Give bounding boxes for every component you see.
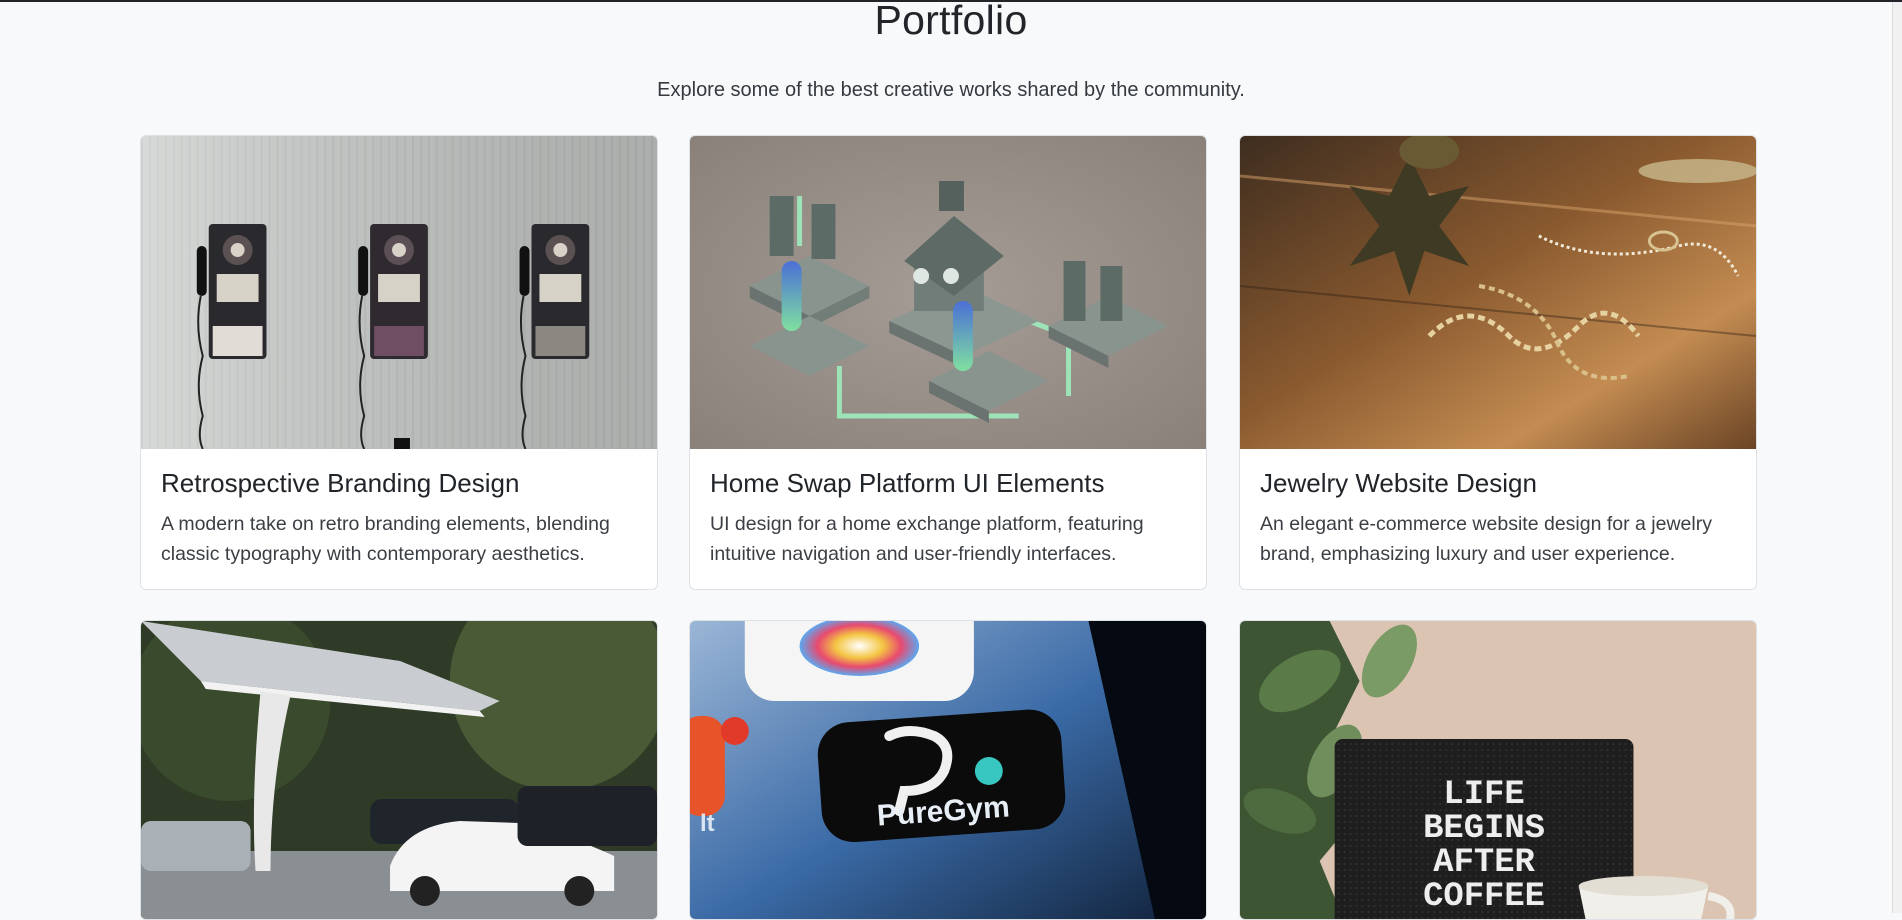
card-image-coffee-sign[interactable]: LIFE BEGINS AFTER COFFEE (1240, 621, 1756, 920)
page-subtitle: Explore some of the best creative works … (657, 79, 1245, 101)
card-description: A modern take on retro branding elements… (161, 513, 610, 565)
letterboard-line-4: COFFEE (1423, 878, 1545, 916)
card-title: Home Swap Platform UI Elements (710, 468, 1105, 498)
scrollbar[interactable] (1892, 2, 1902, 913)
page-title: Portfolio (874, 0, 1028, 43)
portfolio-card[interactable]: Jewelry Website Design An elegant e-comm… (1239, 135, 1757, 590)
card-image-ev-charging[interactable] (141, 621, 657, 920)
letterboard-line-2: BEGINS (1423, 810, 1545, 848)
portfolio-card[interactable]: PureGym lt (689, 620, 1207, 920)
portfolio-card[interactable] (140, 620, 658, 920)
card-description: UI design for a home exchange platform, … (710, 513, 1144, 565)
svg-text:lt: lt (700, 810, 715, 837)
letterboard-line-1: LIFE (1443, 776, 1524, 814)
card-description: An elegant e-commerce website design for… (1260, 513, 1712, 565)
portfolio-card[interactable]: Home Swap Platform UI Elements UI design… (689, 135, 1207, 590)
letterboard-line-3: AFTER (1433, 844, 1535, 882)
portfolio-card[interactable]: Retrospective Branding Design A modern t… (140, 135, 658, 590)
card-title: Jewelry Website Design (1260, 468, 1537, 498)
card-image-payphones[interactable] (141, 136, 657, 449)
card-image-house-ui[interactable] (690, 136, 1206, 449)
portfolio-card[interactable]: LIFE BEGINS AFTER COFFEE (1239, 620, 1757, 920)
card-title: Retrospective Branding Design (161, 468, 520, 498)
card-image-jewelry[interactable] (1240, 136, 1756, 449)
card-image-puregym-app[interactable]: PureGym lt (690, 621, 1206, 920)
